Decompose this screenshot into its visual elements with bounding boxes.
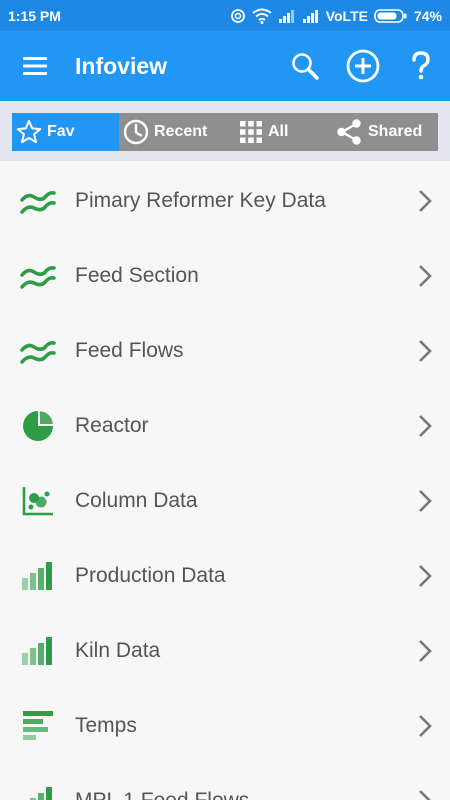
tab-shared[interactable]: Shared	[333, 113, 438, 151]
status-bar: 1:15 PM VoLTE 74%	[0, 0, 450, 31]
list-item-label: Kiln Data	[75, 638, 161, 662]
list-item-label: Feed Flows	[75, 338, 184, 362]
list-item[interactable]: Temps	[0, 688, 450, 763]
status-icons: VoLTE 74%	[230, 8, 442, 24]
help-icon	[412, 51, 430, 80]
list-item-label: Production Data	[75, 563, 226, 587]
hamburger-icon	[23, 57, 47, 75]
app-title: Infoview	[75, 52, 168, 79]
network-type: VoLTE	[325, 7, 368, 24]
list-item-label: Column Data	[75, 488, 198, 512]
app-actions	[276, 31, 450, 101]
search-icon	[292, 53, 319, 80]
trend-lines-icon	[0, 238, 75, 313]
share-icon	[337, 119, 361, 145]
tab-bar: Fav Recent All Shared	[12, 113, 438, 151]
list-item[interactable]: Pimary Reformer Key Data	[0, 163, 450, 238]
menu-button[interactable]	[0, 31, 70, 101]
chevron-right-icon	[400, 163, 450, 238]
chevron-right-icon	[400, 613, 450, 688]
tab-label: Fav	[47, 123, 75, 140]
status-time: 1:15 PM	[8, 7, 61, 24]
tab-recent[interactable]: Recent	[119, 113, 229, 151]
star-icon	[16, 120, 42, 144]
tab-label: Shared	[368, 123, 423, 140]
tab-bar-container: Fav Recent All Shared	[0, 101, 450, 161]
list-item[interactable]: Column Data	[0, 463, 450, 538]
favorites-list: Pimary Reformer Key Data Feed Section Fe…	[0, 163, 450, 800]
chevron-right-icon	[400, 463, 450, 538]
grid-icon	[240, 121, 262, 143]
list-item-label: MPL 1 Feed Flows	[75, 788, 250, 800]
chevron-right-icon	[400, 238, 450, 313]
chevron-right-icon	[400, 538, 450, 613]
pie-chart-icon	[0, 388, 75, 463]
battery-icon	[374, 8, 408, 23]
search-button[interactable]	[276, 31, 334, 101]
app-bar: Infoview	[0, 31, 450, 101]
chevron-right-icon	[400, 688, 450, 763]
battery-level: 74%	[413, 7, 442, 24]
tab-all[interactable]: All	[229, 113, 333, 151]
tab-label: All	[268, 123, 289, 140]
bar-chart-icon	[0, 538, 75, 613]
add-button[interactable]	[334, 31, 392, 101]
wifi-icon	[252, 8, 272, 24]
list-item[interactable]: Reactor	[0, 388, 450, 463]
list-item-label: Feed Section	[75, 263, 199, 287]
chevron-right-icon	[400, 763, 450, 800]
list-item[interactable]: MPL 1 Feed Flows	[0, 763, 450, 800]
signal-icon	[278, 9, 296, 23]
bar-chart-icon	[0, 613, 75, 688]
trend-lines-icon	[0, 163, 75, 238]
list-item[interactable]: Feed Section	[0, 238, 450, 313]
signal-icon	[302, 9, 320, 23]
trend-lines-icon	[0, 313, 75, 388]
list-item-label: Reactor	[75, 413, 149, 437]
horizontal-bar-icon	[0, 688, 75, 763]
list-item-label: Pimary Reformer Key Data	[75, 188, 326, 212]
help-button[interactable]	[392, 31, 450, 101]
tab-label: Recent	[154, 123, 208, 140]
chevron-right-icon	[400, 313, 450, 388]
bar-chart-icon	[0, 763, 75, 800]
scatter-chart-icon	[0, 463, 75, 538]
clock-icon	[123, 119, 149, 145]
list-item[interactable]: Production Data	[0, 538, 450, 613]
list-item[interactable]: Feed Flows	[0, 313, 450, 388]
tab-fav[interactable]: Fav	[12, 113, 119, 151]
add-circle-icon	[346, 49, 380, 83]
chevron-right-icon	[400, 388, 450, 463]
sync-icon	[230, 8, 246, 24]
list-item-label: Temps	[75, 713, 137, 737]
list-item[interactable]: Kiln Data	[0, 613, 450, 688]
